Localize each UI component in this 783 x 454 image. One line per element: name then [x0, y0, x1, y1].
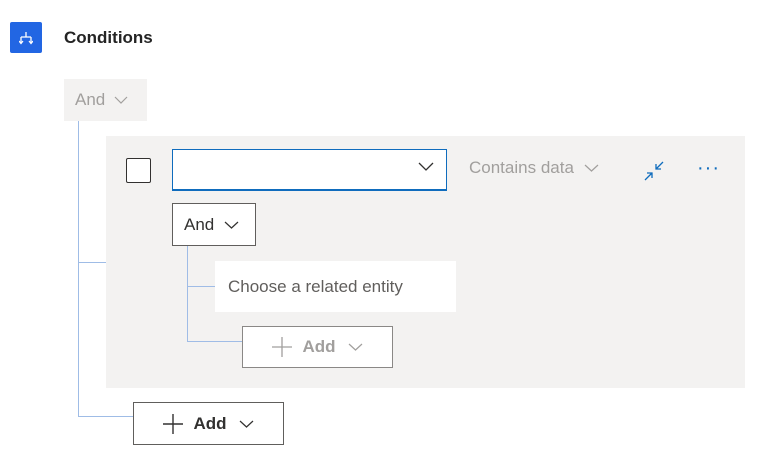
outer-group-operator-label: And [75, 90, 106, 109]
chevron-down-icon [418, 162, 434, 171]
condition-operator-label: Contains data [469, 158, 574, 177]
conditions-hierarchy-icon [10, 22, 42, 53]
plus-icon [163, 413, 184, 434]
inner-tree-vertical-line [187, 246, 188, 341]
inner-add-label: Add [302, 337, 336, 356]
collapse-icon [644, 161, 664, 181]
chevron-down-icon [114, 96, 128, 104]
page-title: Conditions [64, 28, 153, 47]
more-options-button[interactable]: ··· [697, 158, 725, 181]
outer-group-operator-dropdown[interactable]: And [64, 79, 147, 121]
collapse-button[interactable] [642, 159, 666, 183]
inner-add-button[interactable]: Add [242, 326, 393, 368]
outer-add-button[interactable]: Add [133, 402, 284, 445]
chevron-down-icon [584, 164, 599, 172]
outer-add-label: Add [193, 413, 227, 433]
field-select-dropdown[interactable] [172, 149, 447, 191]
inner-tree-branch-line [187, 286, 215, 287]
condition-operator-dropdown[interactable]: Contains data [469, 158, 599, 178]
chevron-down-icon [239, 420, 253, 428]
inner-group-operator-label: And [184, 214, 215, 234]
chevron-down-icon [348, 343, 362, 351]
related-entity-picker[interactable]: Choose a related entity [215, 261, 456, 312]
chevron-down-icon [224, 221, 239, 229]
row-select-checkbox[interactable] [126, 158, 151, 183]
outer-tree-branch-line [78, 262, 106, 263]
outer-tree-add-line [78, 416, 133, 417]
related-entity-placeholder: Choose a related entity [228, 276, 403, 296]
plus-icon [272, 337, 293, 357]
inner-tree-add-line [187, 341, 242, 342]
outer-tree-vertical-line [78, 121, 79, 417]
inner-group-operator-dropdown[interactable]: And [172, 203, 256, 246]
hierarchy-icon [19, 31, 33, 44]
